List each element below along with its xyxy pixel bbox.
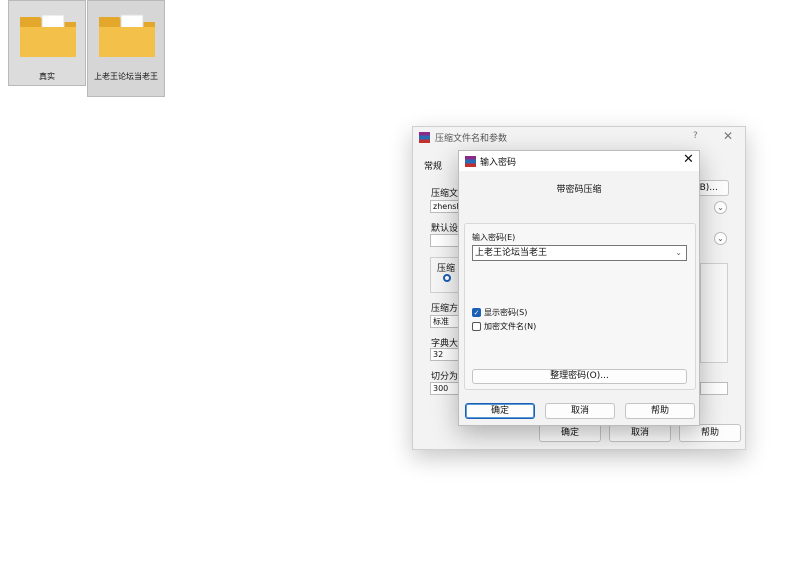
encrypt-names-label: 加密文件名(N) [484,322,537,331]
chevron-down-icon[interactable]: ⌄ [714,232,727,245]
chevron-down-icon[interactable]: ⌄ [675,246,682,260]
winrar-icon [419,132,430,143]
desktop-folder-zhenshi[interactable]: 真实 [8,0,86,86]
dictionary-select[interactable]: 32 [430,348,460,361]
dialog-titlebar: 输入密码 ✕ [459,151,699,171]
help-icon[interactable]: ? [693,131,698,141]
dialog-title: 压缩文件名和参数 [435,134,508,144]
group-label: 压缩 [437,264,456,274]
split-unit-input[interactable] [700,382,728,395]
format-radio[interactable] [443,274,451,282]
dialog-titlebar: 压缩文件名和参数 ? ✕ [413,127,745,149]
desktop-folder-laowang[interactable]: 上老王论坛当老王 [87,0,165,97]
help-button[interactable]: 帮助 [625,403,695,419]
winrar-icon [465,156,476,167]
chevron-down-icon[interactable]: ⌄ [714,201,727,214]
desktop-folder-label: 真实 [39,72,55,81]
ok-button[interactable]: 确定 [465,403,535,419]
password-label: 输入密码(E) [472,233,516,242]
password-value: 上老王论坛当老王 [475,248,548,258]
method-select[interactable]: 标准 [430,315,460,328]
cancel-button[interactable]: 取消 [545,403,615,419]
password-input[interactable]: 上老王论坛当老王 ⌄ [472,245,687,261]
method-label: 压缩方 [431,304,459,314]
default-profile-label: 默认设 [431,224,459,234]
folder-icon [99,14,155,57]
ok-button[interactable]: 确定 [539,424,601,442]
show-password-checkbox[interactable]: ✓ [472,308,481,317]
default-profile-input[interactable] [430,234,460,247]
close-icon[interactable]: ✕ [723,129,733,143]
dialog-title: 输入密码 [480,158,517,168]
split-label: 切分为 [431,372,459,382]
encrypt-names-checkbox[interactable] [472,322,481,331]
show-password-label: 显示密码(S) [484,308,528,317]
desktop-folder-label: 上老王论坛当老王 [94,72,158,81]
organize-passwords-button[interactable]: 整理密码(O)... [472,369,687,384]
password-dialog: 输入密码 ✕ 带密码压缩 输入密码(E) 上老王论坛当老王 ⌄ ✓ 显示密码(S… [458,150,700,426]
split-input[interactable]: 300 [430,382,460,395]
tab-general[interactable]: 常规 [424,159,442,172]
dialog-subtitle: 带密码压缩 [556,185,602,195]
options-panel [700,263,728,363]
cancel-button[interactable]: 取消 [609,424,671,442]
close-icon[interactable]: ✕ [683,152,694,167]
folder-icon [20,14,76,57]
archive-name-label: 压缩文 [431,189,459,199]
help-button[interactable]: 帮助 [679,424,741,442]
compression-group: 压缩 [430,257,460,293]
